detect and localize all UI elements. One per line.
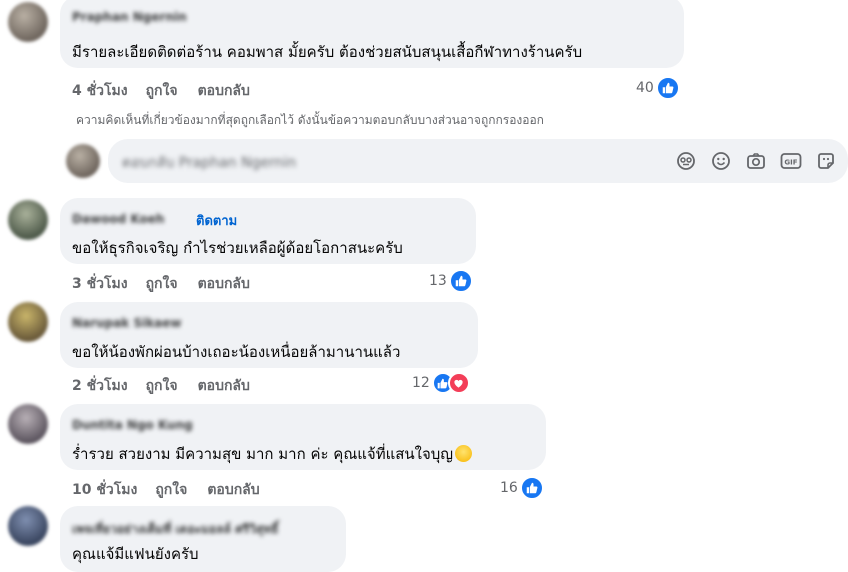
reaction-summary[interactable]: 13 [429,269,473,293]
reply-button[interactable]: ตอบกลับ [198,273,250,295]
comment-author[interactable]: Duntita Ngo Kung [72,418,193,432]
sticker-icon[interactable] [815,150,837,172]
reply-button[interactable]: ตอบกลับ [207,479,259,501]
reply-button[interactable]: ตอบกลับ [198,375,250,397]
reaction-count: 16 [500,480,518,496]
comment-text: ขอให้น้องพักผ่อนบ้างเถอะน้องเหนื่อยล้ามา… [72,343,401,361]
reply-placeholder: ตอบกลับ Praphan Ngernin [122,155,297,171]
comment-bubble: Duntita Ngo Kung ร่ำรวย สวยงาม มีความสุข… [60,404,546,470]
svg-text:GIF: GIF [784,159,797,167]
comment-time[interactable]: 3 ชั่วโมง [72,273,128,295]
current-user-avatar [66,144,100,178]
commenter-avatar[interactable] [8,506,48,546]
comment-text-body: ร่ำรวย สวยงาม มีความสุข มาก มาก ค่ะ คุณแ… [72,445,454,463]
avatar-sticker-icon[interactable] [675,150,697,172]
love-icon [447,372,470,394]
reaction-count: 13 [429,273,447,289]
comment-text: ขอให้ธุรกิจเจริญ กำไรช่วยเหลือผู้ด้อยโอก… [72,239,403,257]
like-button[interactable]: ถูกใจ [146,273,178,295]
comment-bubble: Narupak Sikaew ขอให้น้องพักผ่อนบ้างเถอะน… [60,302,478,368]
like-button[interactable]: ถูกใจ [155,479,187,501]
comment-time[interactable]: 4 ชั่วโมง [72,80,128,102]
comment-author[interactable]: Narupak Sikaew [72,316,182,330]
commenter-avatar[interactable] [8,200,48,240]
like-icon [519,476,544,500]
commenter-avatar[interactable] [8,302,48,342]
follow-button[interactable]: ติดตาม [196,210,237,231]
commenter-avatar[interactable] [8,2,48,42]
like-icon [448,269,473,293]
smiling-face-emoji-icon [455,445,473,462]
comment-actions: 3 ชั่วโมง ถูกใจ ตอบกลับ [72,273,250,295]
comment-text: มีรายละเอียดติดต่อร้าน คอมพาส มั้ยครับ ต… [72,43,583,61]
like-icon [655,76,680,100]
gif-icon[interactable]: GIF [780,150,802,172]
reaction-count: 40 [636,80,654,96]
comment-author[interactable]: Dawood Koeh [72,212,164,226]
comment-actions: 4 ชั่วโมง ถูกใจ ตอบกลับ [72,80,250,102]
emoji-icon[interactable] [710,150,732,172]
camera-icon[interactable] [745,150,767,172]
comment-text: ร่ำรวย สวยงาม มีความสุข มาก มาก ค่ะ คุณแ… [72,442,473,466]
comment-bubble: เพจเที่ยวอย่างเต็มที่ เดอะมอลล์ ศรีวิสุท… [60,506,346,572]
comment-bubble: Praphan Ngernin มีรายละเอียดติดต่อร้าน ค… [60,0,684,68]
reply-button[interactable]: ตอบกลับ [198,80,250,102]
comment-actions: 10 ชั่วโมง ถูกใจ ตอบกลับ [72,479,260,501]
comment-actions: 2 ชั่วโมง ถูกใจ ตอบกลับ [72,375,250,397]
reaction-count: 12 [412,375,430,391]
commenter-avatar[interactable] [8,404,48,444]
filter-notice: ความคิดเห็นที่เกี่ยวข้องมากที่สุดถูกเลือ… [76,113,544,127]
comment-time[interactable]: 10 ชั่วโมง [72,479,137,501]
like-button[interactable]: ถูกใจ [146,375,178,397]
like-button[interactable]: ถูกใจ [146,80,178,102]
comment-bubble: Dawood Koeh ติดตาม ขอให้ธุรกิจเจริญ กำไร… [60,198,476,264]
reaction-summary[interactable]: 12 [412,372,470,394]
comment-time[interactable]: 2 ชั่วโมง [72,375,128,397]
reaction-summary[interactable]: 16 [500,476,544,500]
comment-author[interactable]: Praphan Ngernin [72,10,187,24]
comment-author[interactable]: เพจเที่ยวอย่างเต็มที่ เดอะมอลล์ ศรีวิสุท… [72,520,278,539]
comment-text: คุณแจ้มีแฟนยังครับ [72,545,199,563]
reply-input[interactable]: ตอบกลับ Praphan Ngernin GIF [108,139,848,183]
reaction-summary[interactable]: 40 [636,76,680,100]
